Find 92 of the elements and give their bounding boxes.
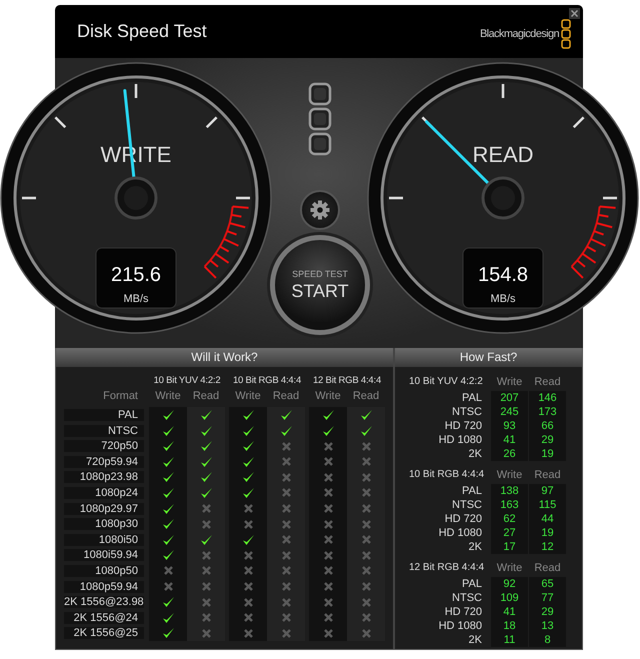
format-cell: PAL [64, 408, 144, 421]
close-button[interactable] [569, 8, 580, 19]
column-header: Write [496, 562, 524, 574]
write-speed-cell: 163 [491, 498, 528, 512]
write-speed-cell: 41 [491, 433, 528, 447]
read-speed-cell: 146 [529, 391, 566, 405]
read-speed-cell: 19 [529, 447, 566, 461]
format-cell-text: NTSC [451, 592, 483, 604]
column-header: Write [234, 390, 262, 402]
read-speed-cell: 13 [529, 619, 566, 633]
format-cell-text: HD 720 [444, 513, 483, 525]
write-speed-cell: 207 [491, 391, 528, 405]
read-speed-cell: 19 [529, 526, 566, 540]
column-header: Format [102, 390, 139, 402]
format-cell: 1080i59.94 [64, 549, 144, 562]
section-header: Will it Work? [56, 348, 393, 367]
gauge-label: READ [472, 142, 534, 167]
format-cell-text: HD 720 [444, 606, 483, 618]
column-header: Write [154, 390, 182, 402]
three-squares-icon [561, 18, 571, 48]
format-cell: 720p59.94 [64, 456, 144, 468]
write-speed-cell: 62 [491, 512, 528, 526]
format-cell: 1080p30 [64, 518, 144, 530]
format-cell: NTSC [64, 424, 144, 437]
read-speed-cell: 8 [529, 633, 566, 647]
write-speed-cell: 41 [491, 605, 528, 619]
format-cell: 2K 1556@25 [64, 627, 144, 640]
read-speed-cell: 77 [529, 591, 566, 605]
format-cell: 1080p59.94 [64, 580, 144, 593]
format-cell-text: PAL [461, 578, 483, 590]
read-speed-cell: 29 [529, 605, 566, 619]
column-group-header: 12 Bit RGB 4:4:4 [312, 375, 382, 386]
read-speed-cell: 44 [529, 512, 566, 526]
write-speed-cell: 18 [491, 619, 528, 633]
read-speed-cell: 29 [529, 433, 566, 447]
format-cell-text: NTSC [451, 406, 483, 418]
format-cell: 1080i50 [64, 534, 144, 546]
unit-label: MB/s [490, 293, 516, 305]
unit-label: MB/s [123, 293, 149, 305]
settings-icon [310, 200, 330, 220]
brand-logo-text: Blackmagicdesign [480, 28, 559, 40]
window-title: Disk Speed Test [77, 21, 207, 42]
format-cell: 1080p23.98 [64, 471, 144, 484]
column-header: Write [496, 469, 524, 481]
format-cell: 2K 1556@23.98 [64, 596, 144, 608]
write-speed-cell: 17 [491, 540, 528, 554]
format-cell: 2K 1556@24 [64, 612, 144, 624]
speed-reading: 154.8 [478, 264, 528, 286]
format-cell: 1080p50 [64, 564, 144, 577]
format-cell-text: PAL [461, 485, 483, 497]
group-header: 10 Bit RGB 4:4:4 [408, 468, 486, 482]
read-speed-cell: 66 [529, 419, 566, 433]
column-header: Read [272, 390, 300, 402]
column-header: Read [533, 376, 562, 388]
write-speed-cell: 109 [491, 591, 528, 605]
read-speed-cell: 65 [529, 577, 566, 591]
write-speed-cell: 27 [491, 526, 528, 540]
write-speed-cell: 93 [491, 419, 528, 433]
write-speed-cell: 11 [491, 633, 528, 647]
column-header: Read [192, 390, 220, 402]
format-cell: 1080p24 [64, 486, 144, 499]
format-cell-text: HD 1080 [438, 620, 483, 632]
speed-reading: 215.6 [110, 264, 162, 286]
section-header: How Fast? [395, 348, 582, 367]
write-speed-cell: 138 [491, 484, 528, 498]
format-cell-text: HD 1080 [438, 527, 483, 539]
write-speed-cell: 92 [491, 577, 528, 591]
read-speed-cell: 12 [529, 540, 566, 554]
read-speed-cell: 173 [529, 405, 566, 419]
column-header: Write [496, 376, 524, 388]
group-header: 10 Bit YUV 4:2:2 [408, 375, 484, 389]
format-cell-text: 2K [468, 541, 483, 553]
format-cell-text: HD 720 [444, 420, 483, 432]
write-speed-cell: 26 [491, 447, 528, 461]
three-squares-icon [308, 82, 332, 156]
column-header: Read [352, 390, 380, 402]
write-speed-cell: 245 [491, 405, 528, 419]
format-cell-text: HD 1080 [438, 434, 483, 446]
format-cell-text: NTSC [451, 499, 483, 511]
column-header: Read [533, 469, 562, 481]
format-cell: 720p50 [64, 440, 144, 452]
group-header: 12 Bit RGB 4:4:4 [408, 561, 486, 575]
read-speed-cell: 115 [529, 498, 566, 512]
format-cell: 1080p29.97 [64, 502, 144, 515]
column-group-header: 10 Bit RGB 4:4:4 [232, 375, 302, 386]
column-header: Write [314, 390, 342, 402]
format-cell-text: 2K [468, 448, 483, 460]
read-speed-cell: 97 [529, 484, 566, 498]
format-cell-text: 2K [468, 634, 483, 646]
column-header: Read [533, 562, 562, 574]
column-group-header: 10 Bit YUV 4:2:2 [152, 375, 222, 386]
format-cell-text: PAL [461, 392, 483, 404]
